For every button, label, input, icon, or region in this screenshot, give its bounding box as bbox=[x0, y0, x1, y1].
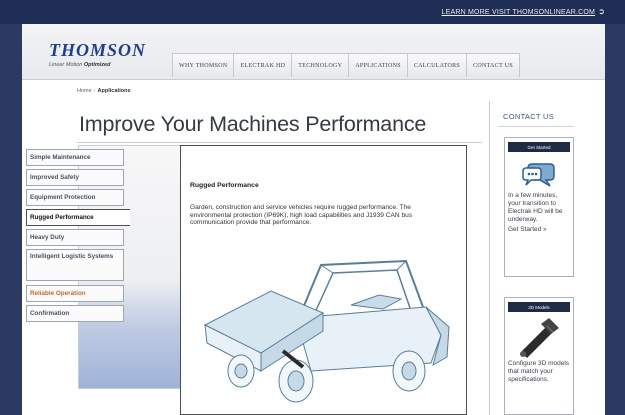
tab-heavy-duty[interactable]: Heavy Duty bbox=[26, 229, 124, 246]
header: THOMSON Linear Motion Optimized WHY THOM… bbox=[22, 24, 605, 80]
page-title: Improve Your Machines Performance bbox=[79, 112, 427, 136]
chat-bubble-icon bbox=[522, 163, 555, 187]
tagline-suffix: Optimized bbox=[83, 62, 111, 68]
utility-vehicle-image bbox=[203, 259, 450, 403]
tab-reliable-operation[interactable]: Reliable Operation bbox=[26, 285, 124, 302]
content-panel: Rugged Performance Garden, construction … bbox=[180, 145, 467, 415]
title-divider bbox=[77, 142, 482, 143]
content-body: Garden, construction and service vehicle… bbox=[190, 204, 413, 227]
breadcrumb-current: Applications bbox=[97, 88, 131, 94]
sidebar-contact-us-link[interactable]: CONTACT US bbox=[503, 112, 554, 121]
3d-models-card[interactable]: 3D Models Configure 3D models that match… bbox=[504, 297, 574, 415]
thomson-logo[interactable]: THOMSON Linear Motion Optimized bbox=[49, 40, 146, 68]
content-heading: Rugged Performance bbox=[190, 182, 259, 189]
logo-tagline: Linear Motion Optimized bbox=[49, 62, 146, 68]
3d-models-badge: 3D Models bbox=[508, 302, 570, 312]
logo-wordmark[interactable]: THOMSON bbox=[49, 40, 146, 61]
nav-why-thomson[interactable]: WHY THOMSON bbox=[172, 53, 234, 77]
nav-calculators[interactable]: CALCULATORS bbox=[406, 53, 467, 77]
page: THOMSON Linear Motion Optimized WHY THOM… bbox=[22, 24, 605, 415]
actuator-model-icon bbox=[520, 318, 559, 358]
breadcrumb-home[interactable]: Home bbox=[77, 88, 92, 94]
nav-technology[interactable]: TECHNOLOGY bbox=[291, 53, 349, 77]
3d-models-text: Configure 3D models that match your spec… bbox=[508, 360, 570, 383]
get-started-badge: Get Started bbox=[508, 142, 570, 152]
get-started-link[interactable]: Get Started » bbox=[505, 224, 573, 233]
sidebar-divider bbox=[498, 126, 574, 127]
arrow-circle-icon[interactable]: ➲ bbox=[598, 7, 605, 16]
sidebar: CONTACT US Get Started In a few minutes,… bbox=[489, 101, 608, 415]
breadcrumb-separator: › bbox=[93, 88, 96, 94]
tab-simple-maintenance[interactable]: Simple Maintenance bbox=[26, 149, 124, 166]
tab-intelligent-logistic-systems[interactable]: Intelligent Logistic Systems bbox=[26, 249, 124, 281]
tab-equipment-protection[interactable]: Equipment Protection bbox=[26, 189, 124, 206]
learn-more-text[interactable]: LEARN MORE VISIT THOMSONLINEAR.COM bbox=[442, 9, 596, 16]
tab-confirmation[interactable]: Confirmation bbox=[26, 305, 124, 322]
main-nav: WHY THOMSON ELECTRAK HD TECHNOLOGY APPLI… bbox=[172, 53, 520, 77]
get-started-card[interactable]: Get Started In a few minutes, your trans… bbox=[504, 137, 574, 277]
topbar: LEARN MORE VISIT THOMSONLINEAR.COM ➲ bbox=[0, 0, 625, 24]
nav-applications[interactable]: APPLICATIONS bbox=[348, 53, 407, 77]
tab-rugged-performance[interactable]: Rugged Performance bbox=[26, 209, 130, 226]
tagline-prefix: Linear Motion bbox=[49, 62, 83, 68]
breadcrumb: Home › Applications bbox=[77, 88, 131, 94]
nav-contact-us[interactable]: CONTACT US bbox=[466, 53, 520, 77]
tab-improved-safety[interactable]: Improved Safety bbox=[26, 169, 124, 186]
nav-electrak-hd[interactable]: ELECTRAK HD bbox=[233, 53, 292, 77]
get-started-text: In a few minutes, your transition to Ele… bbox=[508, 192, 563, 223]
learn-more-link[interactable]: LEARN MORE VISIT THOMSONLINEAR.COM ➲ bbox=[442, 7, 605, 16]
